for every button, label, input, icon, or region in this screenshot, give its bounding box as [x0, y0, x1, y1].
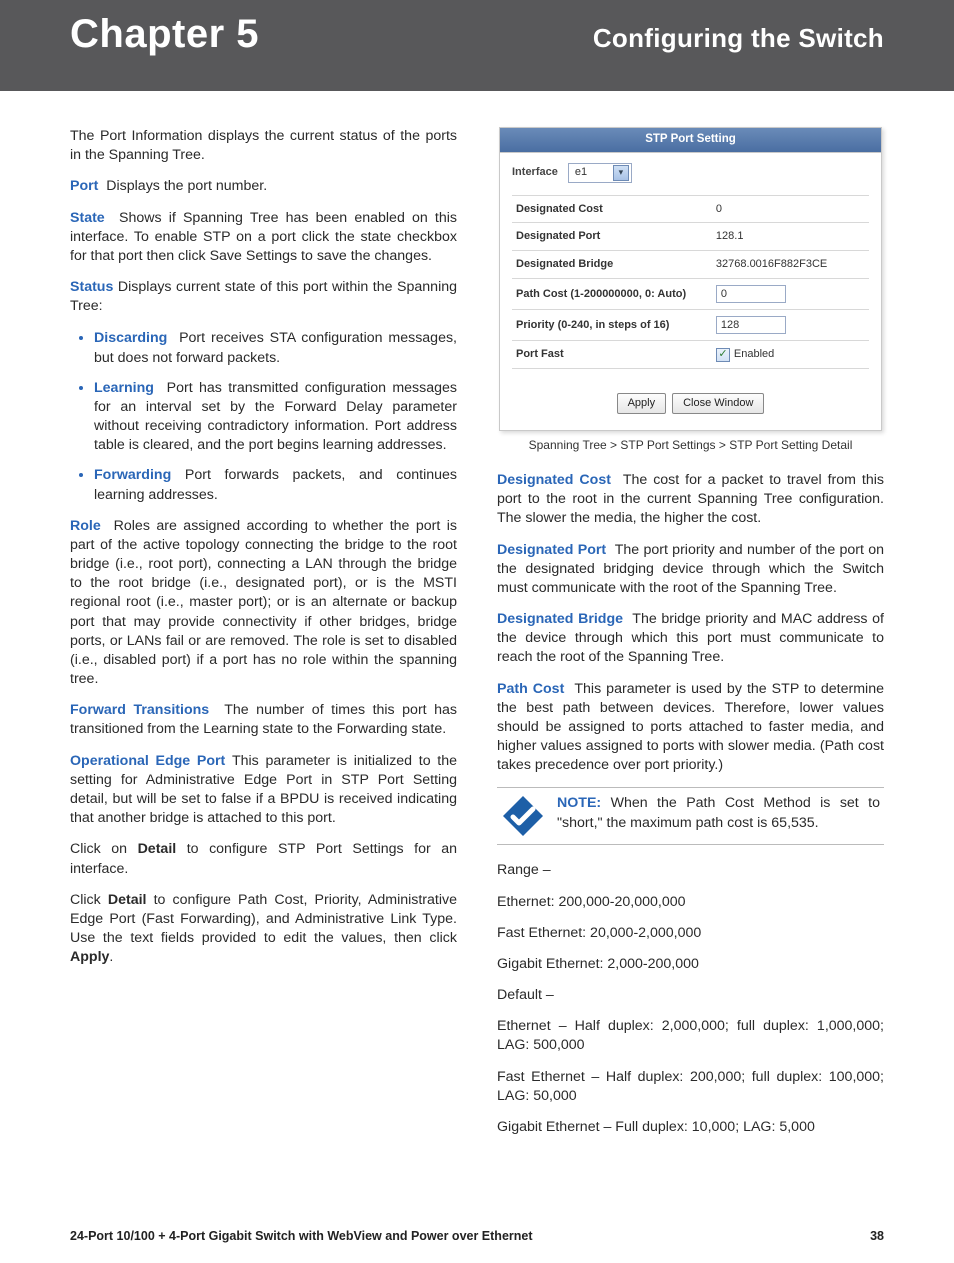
check-icon: ✓: [716, 348, 730, 362]
default-gigabit: Gigabit Ethernet – Full duplex: 10,000; …: [497, 1118, 884, 1137]
page-header: Chapter 5 Configuring the Switch: [0, 0, 954, 91]
forward-transitions-para: Forward Transitions The number of times …: [70, 701, 457, 739]
status-text: Displays current state of this port with…: [70, 279, 457, 314]
term-path-cost: Path Cost: [497, 681, 564, 697]
term-port: Port: [70, 178, 98, 194]
dialog-caption: Spanning Tree > STP Port Settings > STP …: [497, 437, 884, 453]
chapter-subtitle: Configuring the Switch: [593, 23, 884, 54]
settings-table: Designated Cost 0 Designated Port 128.1 …: [512, 195, 869, 369]
dialog-title: STP Port Setting: [500, 128, 881, 153]
row-port-fast: Port Fast ✓ Enabled: [512, 341, 869, 369]
note-check-icon: [501, 794, 545, 838]
designated-cost-para: Designated Cost The cost for a packet to…: [497, 471, 884, 529]
bullet-forwarding: Forwarding Port forwards packets, and co…: [94, 465, 457, 504]
chevron-down-icon[interactable]: ▾: [613, 165, 629, 181]
default-fast-ethernet: Fast Ethernet – Half duplex: 200,000; fu…: [497, 1068, 884, 1106]
term-learning: Learning: [94, 380, 154, 396]
row-priority: Priority (0-240, in steps of 16) 128: [512, 310, 869, 341]
port-text: Displays the port number.: [106, 178, 267, 194]
label-port-fast: Port Fast: [512, 341, 712, 369]
detail-bold-2: Detail: [108, 892, 147, 908]
click-detail-2: Click Detail to configure Path Cost, Pri…: [70, 891, 457, 968]
page-footer: 24-Port 10/100 + 4-Port Gigabit Switch w…: [0, 1199, 954, 1263]
status-para: Status Displays current state of this po…: [70, 278, 457, 316]
apply-bold: Apply: [70, 949, 109, 965]
oper-edge-para: Operational Edge Port This parameter is …: [70, 752, 457, 829]
footer-product-name: 24-Port 10/100 + 4-Port Gigabit Switch w…: [70, 1229, 533, 1243]
apply-button[interactable]: Apply: [617, 393, 667, 414]
click-detail-1: Click on Detail to configure STP Port Se…: [70, 840, 457, 878]
checkbox-label: Enabled: [734, 347, 774, 362]
label-designated-bridge: Designated Bridge: [512, 251, 712, 279]
port-para: Port Displays the port number.: [70, 177, 457, 196]
label-designated-port: Designated Port: [512, 223, 712, 251]
input-priority[interactable]: 128: [716, 316, 786, 334]
designated-bridge-para: Designated Bridge The bridge priority an…: [497, 610, 884, 668]
term-status: Status: [70, 279, 113, 295]
dialog-body: Interface e1 ▾ Designated Cost 0 Designa…: [500, 153, 881, 430]
term-oper-edge: Operational Edge Port: [70, 753, 225, 769]
role-para: Role Roles are assigned according to whe…: [70, 517, 457, 690]
term-designated-bridge: Designated Bridge: [497, 611, 623, 627]
note-label: NOTE:: [557, 795, 601, 811]
interface-label: Interface: [512, 165, 558, 180]
label-designated-cost: Designated Cost: [512, 195, 712, 223]
interface-row: Interface e1 ▾: [512, 163, 869, 183]
term-forwarding: Forwarding: [94, 467, 171, 483]
term-designated-cost: Designated Cost: [497, 472, 611, 488]
dialog-buttons: Apply Close Window: [512, 369, 869, 424]
term-forward-transitions: Forward Transitions: [70, 702, 209, 718]
value-designated-bridge: 32768.0016F882F3CE: [712, 251, 869, 279]
right-column: STP Port Setting Interface e1 ▾ Designat…: [497, 127, 884, 1149]
note-text: NOTE: When the Path Cost Method is set t…: [557, 794, 880, 832]
bullet-learning: Learning Port has transmitted configurat…: [94, 378, 457, 456]
term-state: State: [70, 210, 105, 226]
stp-port-setting-dialog: STP Port Setting Interface e1 ▾ Designat…: [499, 127, 882, 431]
label-path-cost: Path Cost (1-200000000, 0: Auto): [512, 279, 712, 310]
status-bullets: Discarding Port receives STA configurati…: [70, 328, 457, 504]
input-path-cost[interactable]: 0: [716, 285, 786, 303]
bullet-discarding: Discarding Port receives STA configurati…: [94, 328, 457, 367]
designated-port-para: Designated Port The port priority and nu…: [497, 541, 884, 599]
default-label: Default –: [497, 986, 884, 1005]
close-window-button[interactable]: Close Window: [672, 393, 764, 414]
row-path-cost: Path Cost (1-200000000, 0: Auto) 0: [512, 279, 869, 310]
term-designated-port: Designated Port: [497, 542, 606, 558]
intro-text: The Port Information displays the curren…: [70, 127, 457, 165]
interface-value: e1: [575, 165, 587, 180]
state-text: Shows if Spanning Tree has been enabled …: [70, 210, 457, 264]
default-ethernet: Ethernet – Half duplex: 2,000,000; full …: [497, 1017, 884, 1055]
interface-select[interactable]: e1 ▾: [568, 163, 632, 183]
role-text: Roles are assigned according to whether …: [70, 518, 457, 687]
path-cost-para: Path Cost This parameter is used by the …: [497, 680, 884, 776]
range-gigabit: Gigabit Ethernet: 2,000-200,000: [497, 955, 884, 974]
row-designated-port: Designated Port 128.1: [512, 223, 869, 251]
range-fast-ethernet: Fast Ethernet: 20,000-2,000,000: [497, 924, 884, 943]
row-designated-cost: Designated Cost 0: [512, 195, 869, 223]
detail-bold-1: Detail: [138, 841, 177, 857]
value-designated-port: 128.1: [712, 223, 869, 251]
footer-page-number: 38: [870, 1229, 884, 1243]
value-designated-cost: 0: [712, 195, 869, 223]
range-ethernet: Ethernet: 200,000-20,000,000: [497, 893, 884, 912]
label-priority: Priority (0-240, in steps of 16): [512, 310, 712, 341]
content-columns: The Port Information displays the curren…: [0, 91, 954, 1159]
range-label: Range –: [497, 861, 884, 880]
checkbox-port-fast[interactable]: ✓ Enabled: [716, 347, 774, 362]
chapter-title: Chapter 5: [70, 12, 259, 57]
note-box: NOTE: When the Path Cost Method is set t…: [497, 787, 884, 845]
term-role: Role: [70, 518, 101, 534]
left-column: The Port Information displays the curren…: [70, 127, 457, 1149]
term-discarding: Discarding: [94, 330, 167, 346]
row-designated-bridge: Designated Bridge 32768.0016F882F3CE: [512, 251, 869, 279]
state-para: State Shows if Spanning Tree has been en…: [70, 209, 457, 267]
note-body: When the Path Cost Method is set to "sho…: [557, 795, 880, 830]
